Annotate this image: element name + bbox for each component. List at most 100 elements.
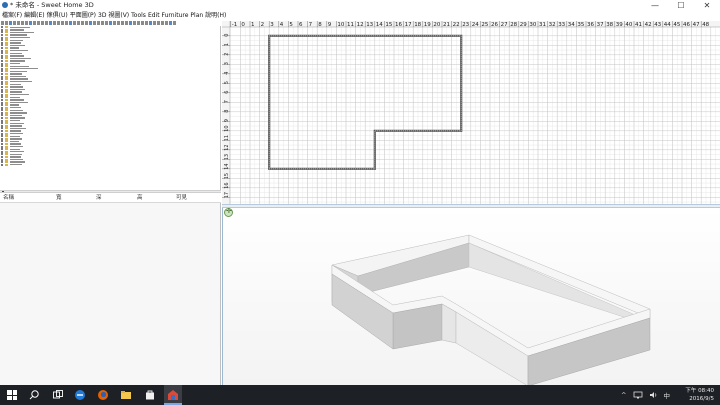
tray-overflow-icon[interactable]: ^ (621, 391, 626, 399)
ruler-x-label: 18 (414, 22, 421, 28)
ruler-y-label: 0 (224, 34, 230, 37)
toolbar-button-icon[interactable] (29, 21, 32, 25)
catalog-category-item[interactable] (0, 163, 220, 166)
menu-edit[interactable]: 編輯(E) (24, 11, 44, 20)
ruler-x-label: 3 (270, 22, 274, 28)
toolbar-button-icon[interactable] (69, 21, 72, 25)
system-tray: ^ 中 (621, 385, 676, 405)
start-icon[interactable] (7, 390, 17, 400)
catalog-category-label (10, 47, 19, 49)
toolbar-button-icon[interactable] (165, 21, 168, 25)
menu-plan[interactable]: 平面圖(P) (70, 11, 96, 20)
column-width[interactable]: 寬 (56, 193, 62, 203)
toolbar-button-icon[interactable] (17, 21, 20, 25)
store-icon[interactable] (144, 389, 156, 401)
close-button[interactable]: ✕ (694, 0, 720, 11)
app-window: * 未命名 - Sweet Home 3D — ☐ ✕ 檔案(F) 編輯(E) … (0, 0, 720, 405)
menu-plan-plugin[interactable]: Plan (190, 11, 203, 20)
toolbar-button-icon[interactable] (49, 21, 52, 25)
toolbar-button-icon[interactable] (161, 21, 164, 25)
edge-icon[interactable] (74, 389, 86, 401)
input-method-indicator[interactable]: 中 (664, 390, 671, 400)
toolbar-button-icon[interactable] (169, 21, 172, 25)
task-view-icon[interactable] (52, 389, 64, 401)
menu-file[interactable]: 檔案(F) (2, 11, 22, 20)
plan-canvas[interactable]: -1 0 1 2 3 4 5 6 7 8 9 10 11 12 13 14 15 16 17 18 19 20 21 22 23… (222, 21, 720, 204)
toolbar-button-icon[interactable] (9, 21, 12, 25)
column-name[interactable]: 名稱 (3, 193, 14, 203)
expand-toggle-icon[interactable] (1, 163, 3, 166)
catalog-category-label (10, 119, 20, 122)
toolbar-button-icon[interactable] (173, 21, 176, 25)
toolbar-button-icon[interactable] (145, 21, 148, 25)
menu-3d-view[interactable]: 3D 視圖(V) (98, 11, 129, 20)
furniture-catalog-tree[interactable] (0, 26, 221, 190)
title-bar: * 未命名 - Sweet Home 3D — ☐ ✕ (0, 0, 720, 11)
toolbar-button-icon[interactable] (109, 21, 112, 25)
toolbar-button-icon[interactable] (13, 21, 16, 25)
menu-furniture[interactable]: 傢俱(U) (47, 11, 68, 20)
column-height[interactable]: 高 (137, 193, 143, 203)
toolbar-button-icon[interactable] (125, 21, 128, 25)
toolbar-button-icon[interactable] (157, 21, 160, 25)
toolbar-button-icon[interactable] (73, 21, 76, 25)
taskbar-clock[interactable]: 下午 08:40 2016/9/5 (682, 387, 714, 403)
toolbar-button-icon[interactable] (121, 21, 124, 25)
toolbar-button-icon[interactable] (21, 21, 24, 25)
toolbar-button-icon[interactable] (89, 21, 92, 25)
menu-help[interactable]: 說明(H) (205, 11, 226, 20)
maximize-button[interactable]: ☐ (668, 0, 694, 11)
toolbar-button-icon[interactable] (153, 21, 156, 25)
ruler-x-label: 35 (577, 22, 584, 28)
furniture-table-body[interactable] (0, 203, 221, 385)
minimize-button[interactable]: — (642, 0, 668, 11)
toolbar-button-icon[interactable] (33, 21, 36, 25)
toolbar-button-icon[interactable] (113, 21, 116, 25)
toolbar-button-icon[interactable] (117, 21, 120, 25)
menu-tools[interactable]: Tools (131, 11, 146, 20)
toolbar-button-icon[interactable] (149, 21, 152, 25)
toolbar-button-icon[interactable] (93, 21, 96, 25)
toolbar-button-icon[interactable] (41, 21, 44, 25)
window-title: * 未命名 - Sweet Home 3D (10, 1, 94, 9)
ruler-x-label: 12 (357, 22, 364, 28)
ruler-x-label: 48 (702, 22, 709, 28)
file-explorer-icon[interactable] (120, 389, 132, 401)
toolbar-button-icon[interactable] (97, 21, 100, 25)
toolbar-button-icon[interactable] (37, 21, 40, 25)
toolbar-button-icon[interactable] (129, 21, 132, 25)
toolbar-button-icon[interactable] (85, 21, 88, 25)
plan-view[interactable]: -1 0 1 2 3 4 5 6 7 8 9 10 11 12 13 14 15 16 17 18 19 20 21 22 23… (222, 21, 720, 204)
search-icon[interactable] (28, 389, 40, 401)
ruler-x-label: 8 (318, 22, 322, 28)
toolbar-button-icon[interactable] (77, 21, 80, 25)
ruler-x-label: 33 (558, 22, 565, 28)
column-visible[interactable]: 可見 (176, 193, 187, 203)
toolbar-button-icon[interactable] (141, 21, 144, 25)
3d-view[interactable] (222, 208, 720, 385)
toolbar-button-icon[interactable] (45, 21, 48, 25)
toolbar-button-icon[interactable] (137, 21, 140, 25)
3d-canvas[interactable] (223, 208, 720, 385)
toolbar-button-icon[interactable] (1, 21, 4, 25)
navigation-widget-icon[interactable] (224, 208, 233, 217)
toolbar-button-icon[interactable] (25, 21, 28, 25)
furniture-table-header: 名稱 寬 深 高 可見 (0, 193, 221, 203)
menu-edit-furniture[interactable]: Edit Furniture (148, 11, 188, 20)
volume-icon[interactable] (649, 391, 658, 399)
network-icon[interactable] (633, 391, 643, 399)
toolbar-button-icon[interactable] (57, 21, 60, 25)
sweet-home-3d-icon[interactable] (167, 389, 179, 401)
column-depth[interactable]: 深 (96, 193, 102, 203)
toolbar-button-icon[interactable] (81, 21, 84, 25)
app-icon (2, 2, 8, 8)
toolbar-button-icon[interactable] (65, 21, 68, 25)
firefox-icon[interactable] (97, 389, 109, 401)
toolbar-button-icon[interactable] (105, 21, 108, 25)
toolbar-button-icon[interactable] (5, 21, 8, 25)
toolbar-button-icon[interactable] (53, 21, 56, 25)
ruler-x-label: 26 (491, 22, 498, 28)
toolbar-button-icon[interactable] (101, 21, 104, 25)
toolbar-button-icon[interactable] (61, 21, 64, 25)
toolbar-button-icon[interactable] (133, 21, 136, 25)
